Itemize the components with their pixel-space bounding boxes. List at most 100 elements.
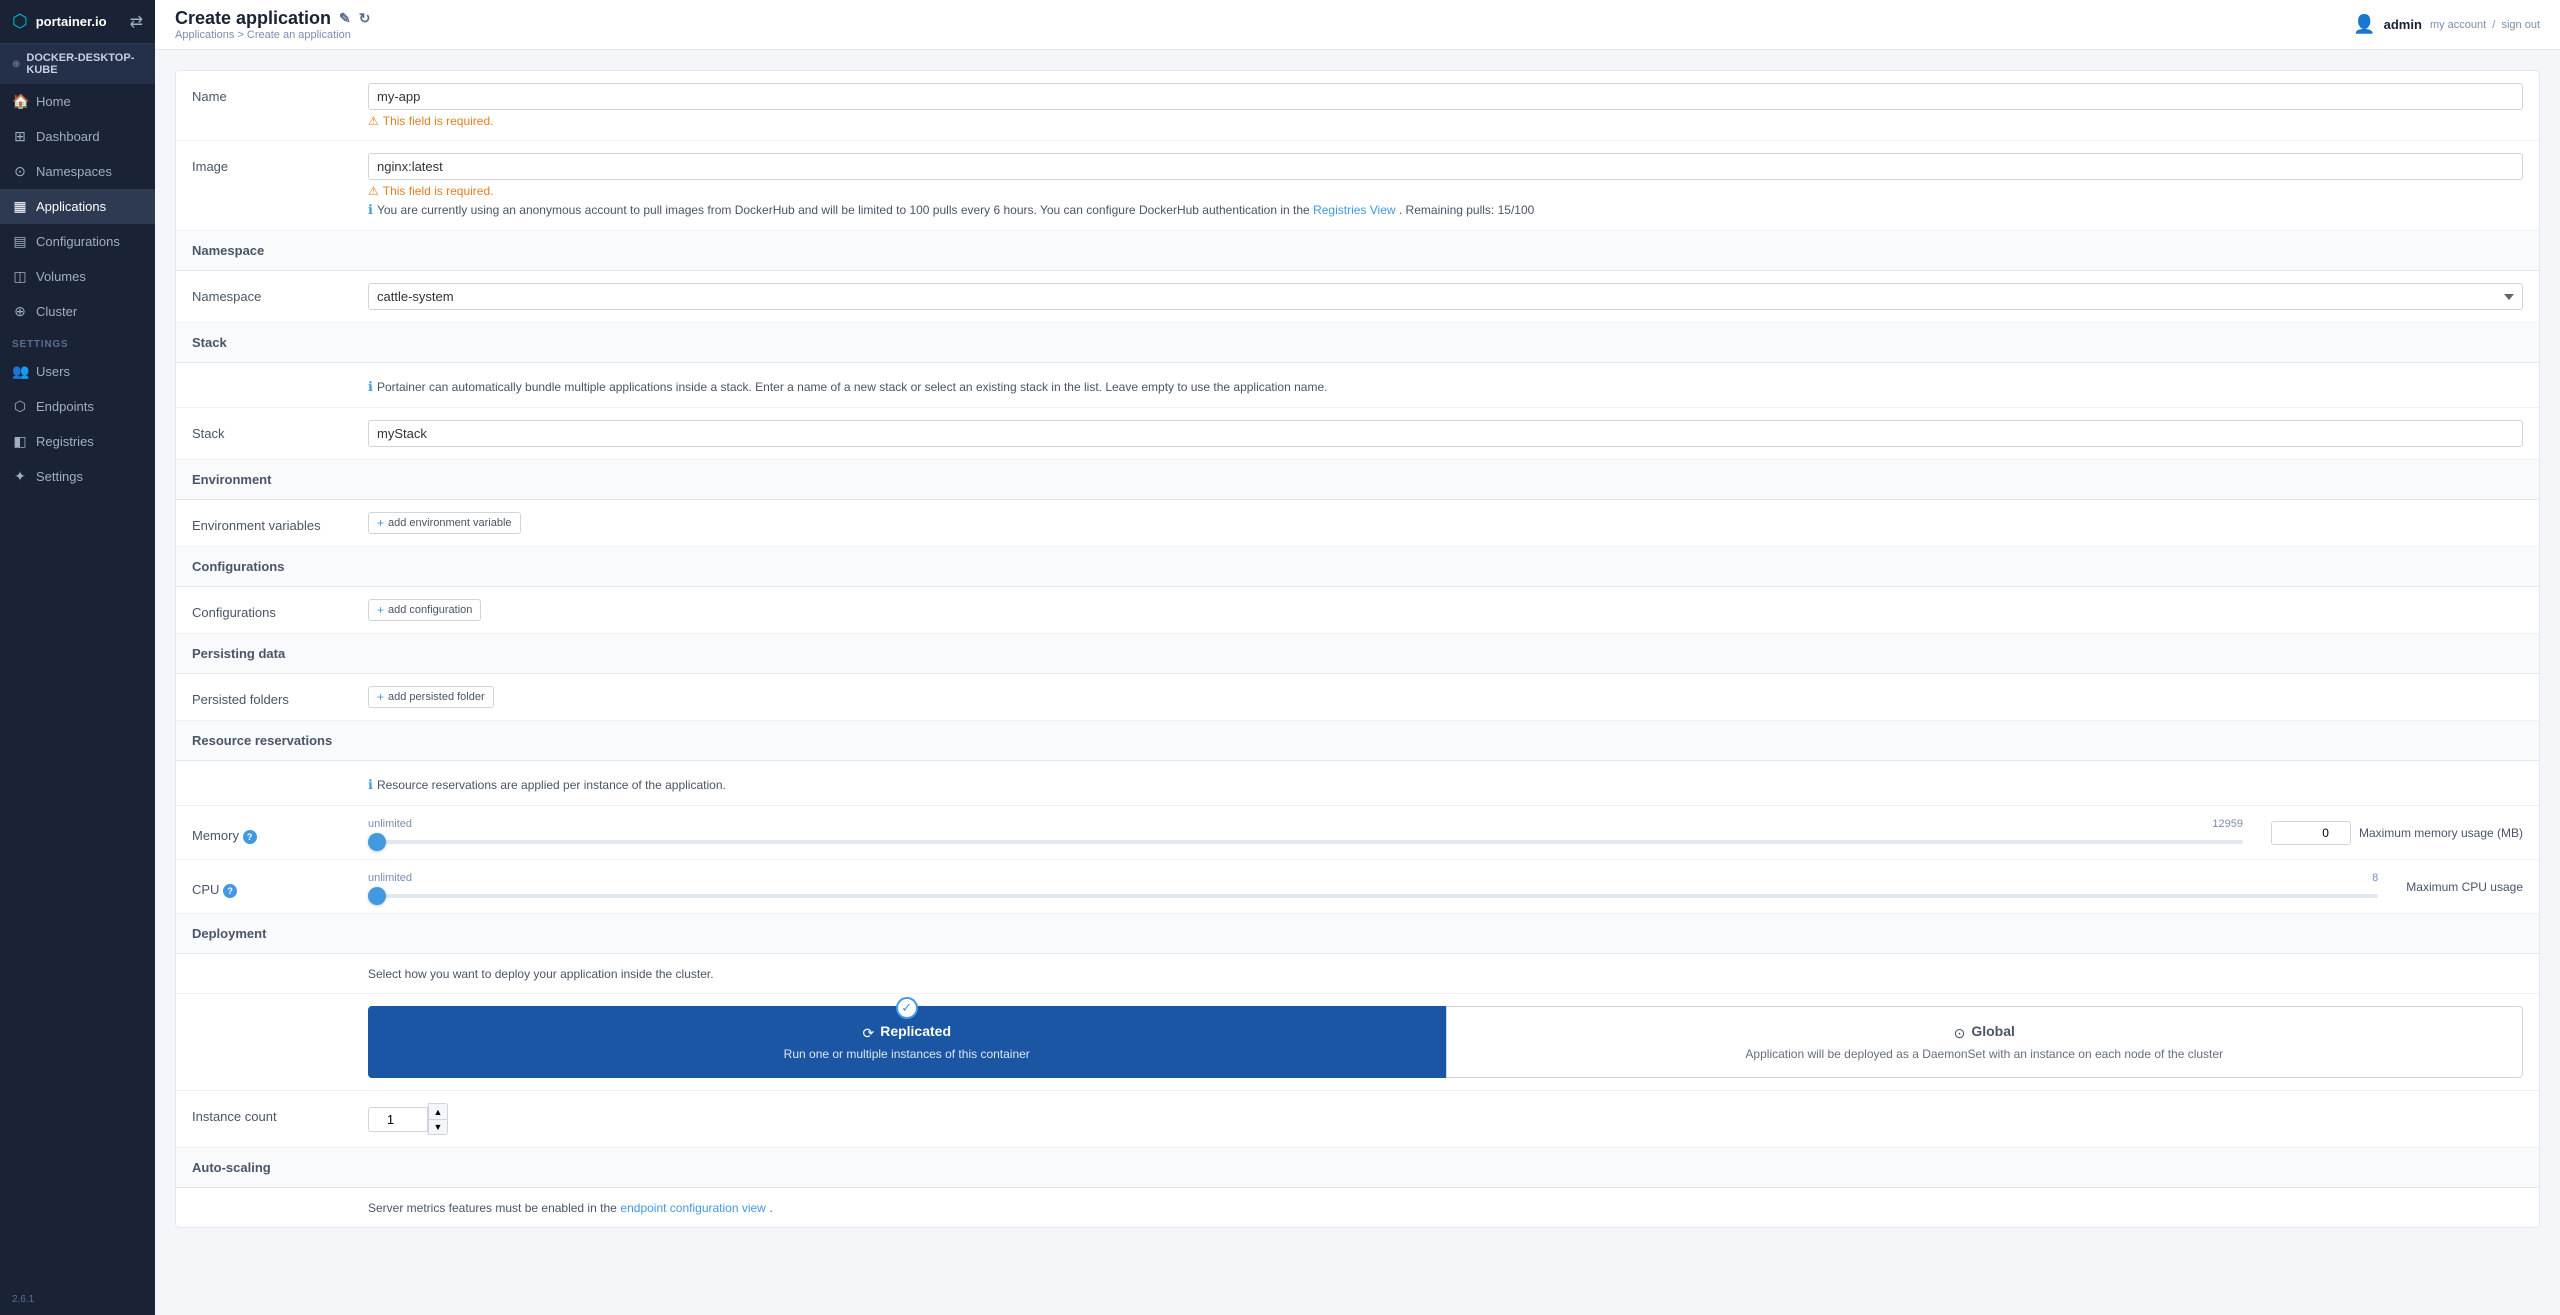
add-persisted-folder-button[interactable]: + add persisted folder bbox=[368, 686, 494, 708]
plus-icon-env: + bbox=[377, 516, 384, 530]
portainer-logo-icon: ⬡ bbox=[12, 11, 28, 32]
memory-value-input[interactable] bbox=[2271, 821, 2351, 845]
sidebar-logo: ⬡ portainer.io ⇄ bbox=[0, 0, 155, 44]
sidebar: ⬡ portainer.io ⇄ ⊕ DOCKER-DESKTOP-KUBE 🏠… bbox=[0, 0, 155, 1315]
sidebar-env: ⊕ DOCKER-DESKTOP-KUBE bbox=[0, 44, 155, 84]
cpu-slider[interactable] bbox=[368, 894, 2378, 898]
configurations-field: + add configuration bbox=[368, 599, 2523, 621]
dashboard-icon: ⊞ bbox=[12, 128, 28, 145]
spinner-down-button[interactable]: ▼ bbox=[428, 1119, 448, 1135]
stack-info-field: ℹ Portainer can automatically bundle mul… bbox=[368, 375, 2523, 395]
sidebar-item-home[interactable]: 🏠 Home bbox=[0, 84, 155, 119]
memory-min-label: unlimited bbox=[368, 818, 412, 830]
stack-info-text: ℹ Portainer can automatically bundle mul… bbox=[368, 379, 2523, 395]
name-input[interactable] bbox=[368, 83, 2523, 110]
sidebar-item-applications[interactable]: ▦ Applications bbox=[0, 189, 155, 224]
sidebar-item-configurations-label: Configurations bbox=[36, 234, 120, 249]
breadcrumb-parent[interactable]: Applications bbox=[175, 29, 234, 41]
env-vars-row: Environment variables + add environment … bbox=[176, 500, 2539, 547]
replicated-desc: Run one or multiple instances of this co… bbox=[385, 1047, 1429, 1061]
image-input[interactable] bbox=[368, 153, 2523, 180]
sidebar-toggle-icon[interactable]: ⇄ bbox=[130, 12, 143, 32]
global-title: Global bbox=[1971, 1023, 2015, 1039]
namespace-label: Namespace bbox=[192, 283, 352, 304]
image-warning-text: This field is required. bbox=[383, 184, 494, 198]
edit-icon[interactable]: ✎ bbox=[339, 10, 351, 27]
memory-help-icon[interactable]: ? bbox=[243, 830, 257, 844]
deployment-label-spacer bbox=[192, 1006, 352, 1012]
cpu-unit-label: Maximum CPU usage bbox=[2406, 880, 2523, 894]
sidebar-item-volumes[interactable]: ◫ Volumes bbox=[0, 259, 155, 294]
deployment-options: ✓ ⟳ Replicated Run one or multiple insta… bbox=[368, 1006, 2523, 1078]
persisted-folders-field: + add persisted folder bbox=[368, 686, 2523, 708]
my-account-link[interactable]: my account bbox=[2430, 19, 2486, 31]
namespace-row: Namespace cattle-system default kube-sys… bbox=[176, 271, 2539, 323]
global-option[interactable]: ⊙ Global Application will be deployed as… bbox=[1446, 1006, 2524, 1078]
cpu-max-label: 8 bbox=[2372, 872, 2378, 884]
sidebar-item-registries[interactable]: ◧ Registries bbox=[0, 424, 155, 459]
instance-count-row: Instance count ▲ ▼ bbox=[176, 1091, 2539, 1148]
resource-info-field: ℹ Resource reservations are applied per … bbox=[368, 773, 2523, 793]
main-content: Create application ✎ ↻ Applications > Cr… bbox=[155, 0, 2560, 1315]
endpoint-config-link[interactable]: endpoint configuration view bbox=[620, 1201, 765, 1215]
sidebar-item-applications-label: Applications bbox=[36, 199, 106, 214]
name-row: Name ⚠ This field is required. bbox=[176, 71, 2539, 141]
sidebar-item-dashboard[interactable]: ⊞ Dashboard bbox=[0, 119, 155, 154]
stack-input[interactable] bbox=[368, 420, 2523, 447]
info-icon-resource: ℹ bbox=[368, 777, 373, 793]
sidebar-item-cluster[interactable]: ⊕ Cluster bbox=[0, 294, 155, 329]
image-warning: ⚠ This field is required. bbox=[368, 184, 2523, 198]
name-warning: ⚠ This field is required. bbox=[368, 114, 2523, 128]
sidebar-item-registries-label: Registries bbox=[36, 434, 94, 449]
users-icon: 👥 bbox=[12, 363, 28, 380]
sidebar-item-settings[interactable]: ✦ Settings bbox=[0, 459, 155, 494]
sidebar-logo-text: portainer.io bbox=[36, 14, 107, 29]
name-field: ⚠ This field is required. bbox=[368, 83, 2523, 128]
plus-icon-config: + bbox=[377, 603, 384, 617]
breadcrumb-current: Create an application bbox=[247, 29, 351, 41]
instance-count-input[interactable] bbox=[368, 1107, 428, 1132]
replicated-check-icon: ✓ bbox=[896, 997, 918, 1019]
memory-unit-label: Maximum memory usage (MB) bbox=[2359, 826, 2523, 840]
registries-view-link[interactable]: Registries View bbox=[1313, 203, 1395, 217]
add-configuration-button[interactable]: + add configuration bbox=[368, 599, 481, 621]
sign-out-link[interactable]: sign out bbox=[2501, 19, 2540, 31]
global-deploy-icon: ⊙ bbox=[1954, 1025, 1966, 1042]
applications-icon: ▦ bbox=[12, 198, 28, 215]
breadcrumb-separator: > bbox=[237, 29, 246, 41]
sidebar-item-namespaces-label: Namespaces bbox=[36, 164, 112, 179]
replicated-deploy-icon: ⟳ bbox=[862, 1025, 874, 1042]
cpu-help-icon[interactable]: ? bbox=[223, 884, 237, 898]
sidebar-item-settings-label: Settings bbox=[36, 469, 83, 484]
instance-count-field: ▲ ▼ bbox=[368, 1103, 2523, 1135]
cpu-slider-field: unlimited 8 bbox=[368, 872, 2378, 901]
autoscaling-section-header: Auto-scaling bbox=[176, 1148, 2539, 1188]
add-env-variable-button[interactable]: + add environment variable bbox=[368, 512, 521, 534]
namespace-select[interactable]: cattle-system default kube-system bbox=[368, 283, 2523, 310]
configurations-row: Configurations + add configuration bbox=[176, 587, 2539, 634]
memory-slider-field: unlimited 12959 bbox=[368, 818, 2243, 847]
stack-label: Stack bbox=[192, 420, 352, 441]
autoscaling-info-field: Server metrics features must be enabled … bbox=[368, 1200, 2523, 1215]
warn-icon-image: ⚠ bbox=[368, 184, 379, 198]
sidebar-item-users[interactable]: 👥 Users bbox=[0, 354, 155, 389]
content-area: Name ⚠ This field is required. Image ⚠ T bbox=[155, 50, 2560, 1315]
env-icon: ⊕ bbox=[12, 59, 20, 70]
resource-info-row: ℹ Resource reservations are applied per … bbox=[176, 761, 2539, 806]
sidebar-item-configurations[interactable]: ▤ Configurations bbox=[0, 224, 155, 259]
memory-slider[interactable] bbox=[368, 840, 2243, 844]
plus-icon-folder: + bbox=[377, 690, 384, 704]
sidebar-item-endpoints[interactable]: ⬡ Endpoints bbox=[0, 389, 155, 424]
replicated-option[interactable]: ✓ ⟳ Replicated Run one or multiple insta… bbox=[368, 1006, 1446, 1078]
sidebar-item-namespaces[interactable]: ⊙ Namespaces bbox=[0, 154, 155, 189]
spinner-up-button[interactable]: ▲ bbox=[428, 1103, 448, 1119]
user-links: my account / sign out bbox=[2430, 19, 2540, 31]
stack-row: Stack bbox=[176, 408, 2539, 460]
memory-max-label: 12959 bbox=[2212, 818, 2243, 830]
cpu-value-area: Maximum CPU usage bbox=[2406, 880, 2523, 894]
deployment-info-row: Select how you want to deploy your appli… bbox=[176, 954, 2539, 994]
refresh-icon[interactable]: ↻ bbox=[359, 10, 371, 27]
resource-info-text: ℹ Resource reservations are applied per … bbox=[368, 777, 2523, 793]
cpu-row: CPU ? unlimited 8 Maximum CPU usage bbox=[176, 860, 2539, 914]
environment-section-header: Environment bbox=[176, 460, 2539, 500]
